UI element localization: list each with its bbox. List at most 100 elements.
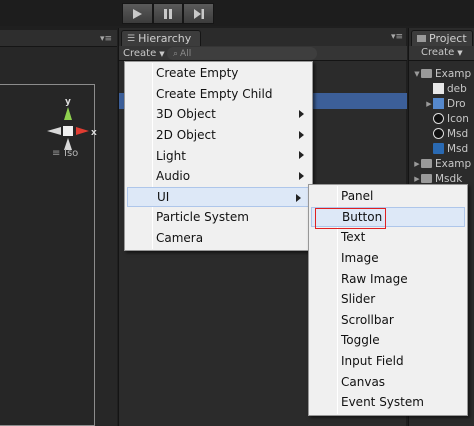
gizmo-x-cone[interactable] <box>76 127 89 135</box>
folder-tab-icon <box>417 35 426 42</box>
dropdown-arrow-icon: ▼ <box>159 49 165 58</box>
menu-item-create-empty[interactable]: Create Empty <box>125 63 312 84</box>
submenu-item-slider[interactable]: Slider <box>309 289 467 310</box>
menu-item-2d-object[interactable]: 2D Object <box>125 125 312 146</box>
scene-toolbar: ▾≡ <box>0 30 117 47</box>
project-item[interactable]: ▶ Dro <box>409 96 474 111</box>
menu-item-label: Toggle <box>341 333 380 348</box>
panel-menu-icon[interactable]: ▾≡ <box>391 32 403 42</box>
menu-item-particle-system[interactable]: Particle System <box>125 207 312 228</box>
step-button[interactable] <box>183 3 215 24</box>
project-item[interactable]: Msd <box>409 141 474 156</box>
hierarchy-list-icon: ☰ <box>127 33 136 44</box>
menu-item-label: 2D Object <box>156 128 216 143</box>
folder-icon <box>421 69 432 78</box>
hierarchy-create-dropdown[interactable]: Create ▼ <box>123 47 165 60</box>
menu-item-camera[interactable]: Camera <box>125 228 312 249</box>
pause-icon <box>164 8 172 19</box>
expand-arrow-icon[interactable]: ▼ <box>413 70 421 78</box>
menu-item-3d-object[interactable]: 3D Object <box>125 104 312 125</box>
dropdown-arrow-icon: ▼ <box>457 48 463 57</box>
submenu-item-event-system[interactable]: Event System <box>309 392 467 413</box>
tab-hierarchy[interactable]: ☰ Hierarchy <box>121 30 201 46</box>
hierarchy-toolbar: Create ▼ ⌕ All <box>119 46 407 61</box>
project-item-label: Examp <box>435 157 472 170</box>
project-item[interactable]: ▶ Examp <box>409 156 474 171</box>
submenu-item-scrollbar[interactable]: Scrollbar <box>309 310 467 331</box>
unity-icon <box>433 113 444 124</box>
project-item-label: Dro <box>447 97 466 110</box>
project-item[interactable]: Icon <box>409 111 474 126</box>
project-item-label: Icon <box>447 112 469 125</box>
menu-item-label: Particle System <box>156 210 249 225</box>
submenu-arrow-icon <box>299 151 304 160</box>
menu-item-label: Light <box>156 148 186 163</box>
menu-item-audio[interactable]: Audio <box>125 166 312 187</box>
gizmo-neg-x-cone[interactable] <box>47 127 61 135</box>
menu-item-create-empty-child[interactable]: Create Empty Child <box>125 84 312 105</box>
menu-item-label: Audio <box>156 169 191 184</box>
pause-button[interactable] <box>152 3 184 24</box>
project-item-label: Msd <box>447 127 469 140</box>
submenu-arrow-icon <box>296 193 301 202</box>
project-item-label: Msd <box>447 142 469 155</box>
menu-item-label: 3D Object <box>156 107 216 122</box>
project-item[interactable]: Msd <box>409 126 474 141</box>
unity-icon <box>433 128 444 139</box>
play-button[interactable] <box>122 3 153 24</box>
gizmo-y-label: y <box>65 97 71 107</box>
gizmo-center-cube[interactable] <box>63 126 73 136</box>
submenu-item-toggle[interactable]: Toggle <box>309 330 467 351</box>
projection-icon: ≡ <box>52 148 61 159</box>
menu-item-label: Create Empty Child <box>156 86 273 101</box>
submenu-item-raw-image[interactable]: Raw Image <box>309 268 467 289</box>
gizmo-y-cone[interactable] <box>64 107 72 120</box>
folder-icon <box>421 159 432 168</box>
create-label: Create <box>421 47 455 58</box>
project-item-label: deb <box>447 82 467 95</box>
play-toolbar <box>0 0 474 26</box>
menu-item-light[interactable]: Light <box>125 145 312 166</box>
collapse-arrow-icon[interactable]: ▶ <box>413 160 421 168</box>
submenu-item-text[interactable]: Text <box>309 227 467 248</box>
project-item[interactable]: ▼ Examp <box>409 66 474 81</box>
menu-item-ui[interactable]: UI <box>127 186 310 208</box>
submenu-item-canvas[interactable]: Canvas <box>309 371 467 392</box>
ui-submenu: Panel Button Text Image Raw Image Slider Scrol… <box>308 184 468 416</box>
playback-controls <box>122 3 215 24</box>
submenu-item-panel[interactable]: Panel <box>309 186 467 207</box>
create-context-menu: Create Empty Create Empty Child 3D Object 2… <box>124 61 313 251</box>
tab-project[interactable]: Project <box>411 30 473 46</box>
menu-item-label: Raw Image <box>341 271 408 286</box>
collapse-arrow-icon[interactable]: ▶ <box>425 100 433 108</box>
menu-item-label: Slider <box>341 292 376 307</box>
cs-icon <box>433 143 444 154</box>
menu-item-label: Button <box>342 209 383 224</box>
submenu-item-button[interactable]: Button <box>311 206 465 229</box>
menu-item-label: Event System <box>341 395 424 410</box>
project-item-label: Msdk <box>435 172 463 185</box>
submenu-arrow-icon <box>299 110 304 119</box>
hierarchy-tab-label: Hierarchy <box>138 32 192 45</box>
play-icon <box>133 8 143 19</box>
scene-panel: ▾≡ y x ≡ Iso <box>0 30 117 426</box>
submenu-arrow-icon <box>299 130 304 139</box>
prefab-icon <box>433 98 444 109</box>
menu-item-label: Scrollbar <box>341 312 394 327</box>
panel-menu-icon[interactable]: ▾≡ <box>100 34 112 44</box>
menu-item-label: Input Field <box>341 354 404 369</box>
create-label: Create <box>123 48 157 59</box>
search-placeholder: All <box>180 48 192 59</box>
search-icon: ⌕ <box>173 48 179 59</box>
menu-item-label: Camera <box>156 231 204 246</box>
project-create-dropdown[interactable]: Create ▼ <box>421 47 463 58</box>
collapse-arrow-icon[interactable]: ▶ <box>413 175 421 183</box>
menu-item-label: Image <box>341 251 379 266</box>
projection-label[interactable]: Iso <box>64 148 78 159</box>
hierarchy-search-input[interactable]: ⌕ All <box>167 47 317 60</box>
project-item[interactable]: deb <box>409 81 474 96</box>
submenu-arrow-icon <box>299 171 304 180</box>
menu-item-label: Canvas <box>341 374 386 389</box>
submenu-item-input-field[interactable]: Input Field <box>309 351 467 372</box>
submenu-item-image[interactable]: Image <box>309 248 467 269</box>
